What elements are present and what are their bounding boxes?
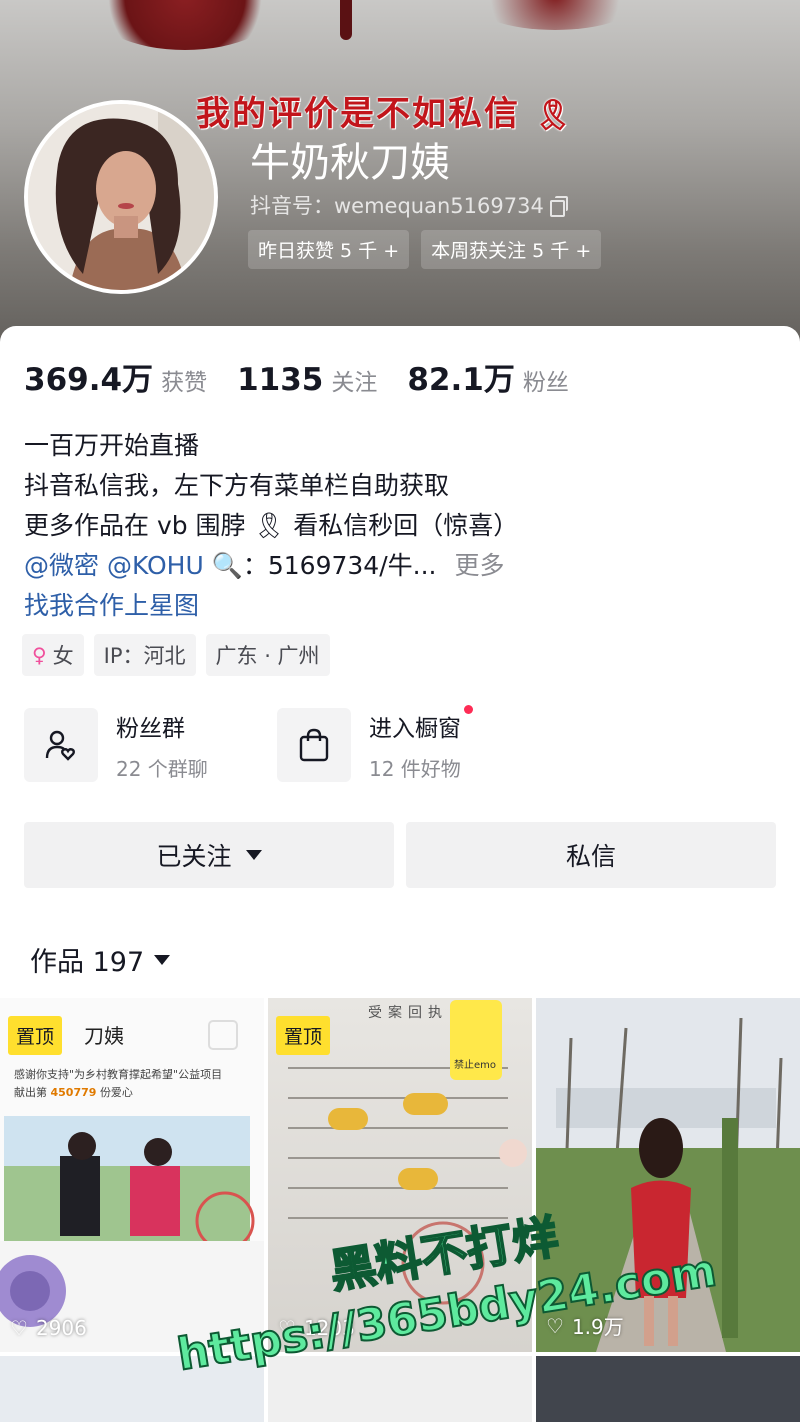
pinned-badge: 置顶 (276, 1016, 331, 1055)
location-tag: 广东 · 广州 (205, 634, 330, 676)
followed-button-label: 已关注 (156, 842, 232, 871)
entry-subtitle: 22 个群聊 (116, 756, 208, 781)
douyin-id-text: 抖音号：wemequan5169734 (250, 194, 544, 218)
multi-image-icon (208, 1020, 238, 1050)
entry-row: 粉丝群 22 个群聊 进入橱窗 12 件好物 (24, 704, 530, 782)
mention-link[interactable]: @KOHU (107, 551, 204, 580)
tile-caption-text: 献出第 (14, 1086, 47, 1099)
sticker-text: 禁止emo (454, 1060, 497, 1071)
profile-tags: ♀ 女 IP：河北 广东 · 广州 (22, 634, 330, 676)
entry-title: 进入橱窗 (369, 704, 473, 743)
mention-link[interactable]: @微密 (24, 551, 99, 580)
copy-icon[interactable] (549, 196, 568, 217)
bio-line: 抖音私信我，左下方有菜单栏自助获取 (24, 471, 450, 500)
header-photo-detail (90, 0, 280, 50)
stat-label: 粉丝 (522, 370, 569, 396)
fan-group-entry[interactable]: 粉丝群 22 个群聊 (24, 708, 277, 782)
tile-doc-title: 受案回执 (368, 1005, 448, 1021)
profile-page: 我的评价是不如私信 🎗 牛奶秋刀姨 抖音号：wemequan5169734 昨日… (0, 0, 800, 1422)
header-slogan-text: 我的评价是不如私信 (196, 94, 520, 134)
chip-daily-likes: 昨日获赞 5 千 + (248, 230, 410, 269)
entry-title: 粉丝群 (116, 715, 185, 742)
notification-dot (464, 704, 473, 714)
works-tab-label: 作品 197 (30, 947, 145, 978)
works-tab[interactable]: 作品 197 (30, 940, 171, 979)
video-tile[interactable] (536, 1356, 800, 1422)
bio-line: 一百万开始直播 (24, 431, 200, 460)
avatar[interactable] (24, 100, 218, 294)
header-photo-detail (340, 0, 352, 40)
stats-row: 369.4万 获赞 1135 关注 82.1万 粉丝 (24, 354, 569, 399)
bio-text: ：5169734/牛... (242, 551, 437, 580)
message-button[interactable]: 私信 (406, 822, 776, 888)
ribbon-icon: 🎗 (533, 98, 574, 133)
bio-text: 看私信秒回（惊喜） (293, 511, 519, 540)
stat-following[interactable]: 1135 关注 (237, 362, 377, 398)
caret-down-icon (245, 850, 262, 860)
tile-caption: 刀姨 (84, 1024, 124, 1048)
nickname: 牛奶秋刀姨 (250, 140, 450, 186)
sticker-icon: 禁止emo (450, 1000, 502, 1080)
stat-value: 82.1万 (407, 362, 515, 398)
message-button-label: 私信 (565, 842, 616, 871)
chip-weekly-follows: 本周获关注 5 千 + (421, 230, 602, 269)
stat-followers[interactable]: 82.1万 粉丝 (407, 354, 569, 399)
tile-caption: 感谢你支持"为乡村教育撑起希望"公益项目 (14, 1068, 223, 1081)
douyin-id[interactable]: 抖音号：wemequan5169734 (250, 190, 568, 220)
like-count-value: 2906 (35, 1316, 87, 1340)
like-count: ♡ 2906 (10, 1316, 87, 1340)
tag-text: 女 (52, 644, 74, 668)
heart-icon: ♡ (10, 1316, 28, 1340)
caret-down-icon (154, 954, 171, 965)
stat-value: 1135 (237, 362, 324, 398)
bio-line: @微密 @KOHU 🔍：5169734/牛... 更多 (24, 546, 518, 586)
video-tile[interactable] (268, 1356, 532, 1422)
stat-label: 获赞 (161, 370, 208, 396)
tile-caption-text: 份爱心 (99, 1086, 133, 1099)
bio: 一百万开始直播 抖音私信我，左下方有菜单栏自助获取 更多作品在 vb 围脖 🎗 … (24, 426, 518, 626)
avatar-photo (28, 104, 214, 290)
fan-group-icon (24, 708, 98, 782)
ribbon-icon: 🎗 (253, 511, 286, 540)
header-photo-detail (470, 0, 640, 30)
bio-text: 更多作品在 vb 围脖 (24, 511, 246, 540)
ip-tag: IP：河北 (93, 634, 196, 676)
entry-subtitle: 12 件好物 (369, 756, 461, 781)
star-map-link[interactable]: 找我合作上星图 (24, 586, 518, 626)
magnifier-icon: 🔍 (211, 551, 243, 580)
entry-title-text: 进入橱窗 (369, 715, 461, 742)
pinned-badge: 置顶 (8, 1016, 63, 1055)
stat-likes[interactable]: 369.4万 获赞 (24, 354, 207, 399)
video-tile[interactable]: 刀姨 感谢你支持"为乡村教育撑起希望"公益项目 献出第 450779 份爱心 置… (0, 998, 264, 1352)
header-chips: 昨日获赞 5 千 + 本周获关注 5 千 + (248, 230, 602, 269)
action-buttons: 已关注 私信 (24, 822, 776, 888)
profile-header: 我的评价是不如私信 🎗 牛奶秋刀姨 抖音号：wemequan5169734 昨日… (0, 0, 800, 360)
followed-button[interactable]: 已关注 (24, 822, 394, 888)
shopping-bag-icon (277, 708, 351, 782)
tile-caption: 献出第 450779 份爱心 (14, 1084, 133, 1100)
header-slogan: 我的评价是不如私信 🎗 (196, 86, 574, 135)
bio-line: 更多作品在 vb 围脖 🎗 看私信秒回（惊喜） (24, 506, 518, 546)
gender-tag: ♀ 女 (22, 634, 84, 676)
stat-label: 关注 (331, 370, 378, 396)
showcase-entry[interactable]: 进入橱窗 12 件好物 (277, 704, 530, 782)
tile-caption-number: 450779 (50, 1086, 97, 1099)
more-button[interactable]: 更多 (454, 551, 504, 580)
female-icon: ♀ (32, 643, 47, 667)
stat-value: 369.4万 (24, 362, 154, 398)
